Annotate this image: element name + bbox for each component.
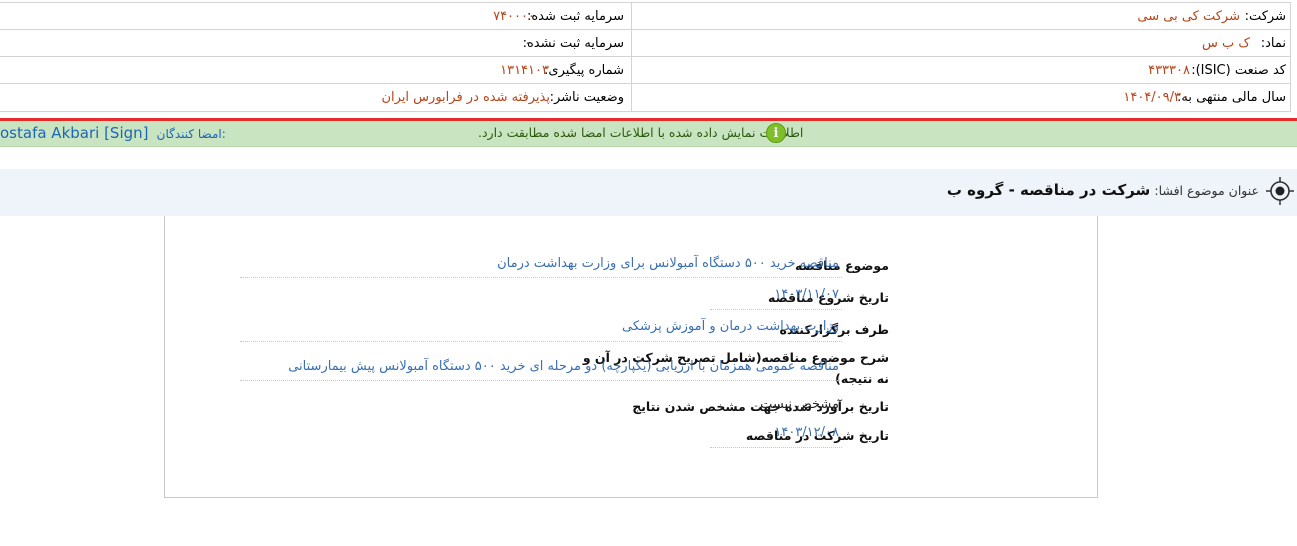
row-divider — [710, 309, 842, 310]
isic-label: کد صنعت (ISIC): — [1191, 63, 1286, 78]
signers-label: امضا کنندگان: — [156, 127, 226, 141]
fiscal-year-label: سال مالی منتهی به: — [1176, 90, 1286, 105]
tender-subject-value: مناقصه خرید ۵۰۰ دستگاه آمبولانس برای وزا… — [497, 256, 839, 271]
info-row-1: شرکت: شرکت کی بی سی سرمایه ثبت شده: ۷۴۰۰… — [0, 3, 1290, 30]
fiscal-year-value: ۱۴۰۴/۰۹/۳۰ — [1123, 90, 1188, 105]
unregistered-capital-value: ۰ — [524, 36, 531, 51]
tender-description-value: مناقصه عمومی همزمان با ارزیابی (یکپارچه)… — [288, 359, 839, 374]
isic-value: ۴۳۳۳۰۸ — [1148, 63, 1190, 78]
tracking-number-label: شماره پیگیری: — [544, 63, 624, 78]
company-label: شرکت: — [1244, 9, 1286, 24]
symbol-label: نماد: — [1260, 36, 1286, 51]
participation-date-value: ۱۴۰۳/۱۲/۰۸ — [774, 425, 839, 440]
row-divider — [240, 380, 842, 381]
disclosure-title-bar: عنوان موضوع افشا: شرکت در مناقصه - گروه … — [0, 169, 1297, 216]
disclosure-page: شرکت: شرکت کی بی سی سرمایه ثبت شده: ۷۴۰۰… — [0, 0, 1297, 546]
disclosure-subject-label: عنوان موضوع افشا: — [1154, 183, 1259, 198]
info-row-4: سال مالی منتهی به: ۱۴۰۴/۰۹/۳۰ وضعیت ناشر… — [0, 84, 1290, 111]
row-divider — [710, 447, 842, 448]
registered-capital-label: سرمایه ثبت شده: — [526, 9, 624, 24]
disclosure-subject-value: شرکت در مناقصه - گروه ب — [946, 181, 1151, 199]
publisher-status-value: پذیرفته شده در فرابورس ایران — [381, 90, 550, 105]
signature-notice: اطلاعات نمایش داده شده با اطلاعات امضا ش… — [478, 125, 804, 140]
tender-organizer-value: وزارت بهداشت درمان و آموزش پزشکی — [621, 319, 839, 334]
signature-bar: ostafa Akbari [Sign] امضا کنندگان: اطلاع… — [0, 121, 1297, 147]
company-value[interactable]: شرکت کی بی سی — [1137, 9, 1240, 24]
row-divider — [240, 277, 842, 278]
row-divider — [240, 341, 842, 342]
symbol-value[interactable]: ک ب س — [1202, 36, 1250, 51]
info-row-2: نماد: ک ب س سرمایه ثبت نشده: ۰ — [0, 30, 1290, 57]
tender-description-label-line2: نه نتیجه) — [835, 371, 889, 386]
unregistered-capital-label: سرمایه ثبت نشده: — [522, 36, 624, 51]
tender-details-panel: موضوع مناقصه مناقصه خرید ۵۰۰ دستگاه آمبو… — [164, 216, 1098, 498]
results-date-value: مشخص نیست — [760, 397, 839, 412]
signers-value[interactable]: ostafa Akbari [Sign] — [0, 124, 149, 142]
info-row-3: کد صنعت (ISIC): ۴۳۳۳۰۸ شماره پیگیری: ۱۳۱… — [0, 57, 1290, 84]
registered-capital-value: ۷۴۰۰۰۰ — [493, 9, 535, 24]
tender-start-date-value: ۱۴۰۳/۱۱/۰۷ — [774, 287, 839, 302]
publisher-status-label: وضعیت ناشر: — [549, 90, 624, 105]
signers-block: ostafa Akbari [Sign] امضا کنندگان: — [0, 124, 226, 142]
target-icon — [1266, 177, 1294, 205]
info-icon: i — [766, 123, 786, 143]
company-info-table: شرکت: شرکت کی بی سی سرمایه ثبت شده: ۷۴۰۰… — [0, 2, 1291, 112]
tracking-number-value: ۱۳۱۴۱۰۳ — [500, 63, 549, 78]
disclosure-title: عنوان موضوع افشا: شرکت در مناقصه - گروه … — [947, 181, 1259, 199]
